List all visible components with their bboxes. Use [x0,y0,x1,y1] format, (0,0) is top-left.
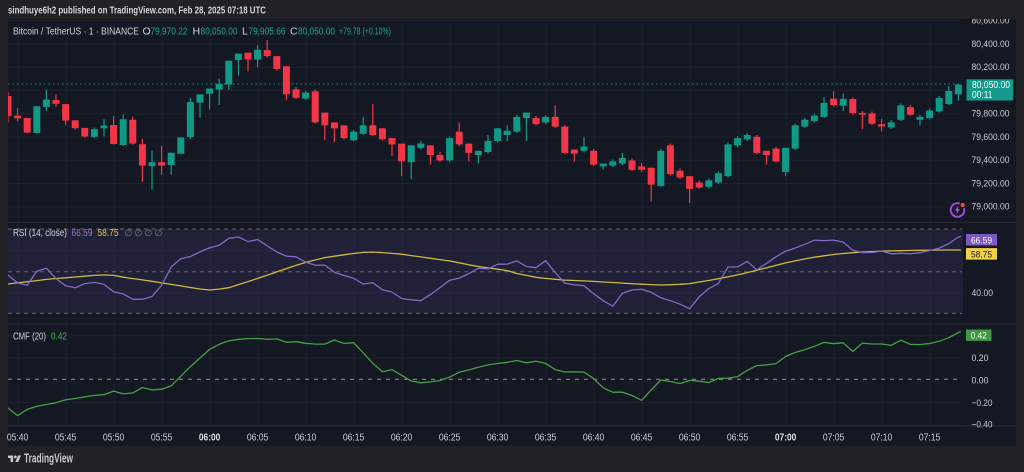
svg-text:sindhuye6h2 published on Tradi: sindhuye6h2 published on TradingView.com… [8,5,266,17]
svg-text:05:45: 05:45 [55,433,77,444]
svg-text:06:35: 06:35 [535,433,557,444]
svg-text:L: L [242,26,248,38]
svg-text:05:55: 05:55 [151,433,173,444]
svg-text:80,050.00: 80,050.00 [298,26,335,38]
svg-text:H: H [193,26,201,38]
svg-text:RSI (14, close): RSI (14, close) [13,228,67,239]
svg-text:79,000.00: 79,000.00 [972,202,1010,213]
svg-text:07:10: 07:10 [871,433,893,444]
svg-text:07:00: 07:00 [775,433,797,444]
svg-text:06:00: 06:00 [199,433,221,444]
svg-text:CMF (20): CMF (20) [13,332,46,343]
svg-text:∅: ∅ [125,228,133,238]
svg-text:80,200.00: 80,200.00 [972,62,1010,73]
svg-text:C: C [290,26,298,38]
svg-text:05:40: 05:40 [7,433,29,444]
svg-text:∅: ∅ [155,228,163,238]
svg-text:06:20: 06:20 [391,433,413,444]
svg-text:0.42: 0.42 [971,331,987,342]
svg-text:∅: ∅ [145,228,153,238]
svg-text:+79.78 (+0.10%): +79.78 (+0.10%) [339,26,391,38]
svg-text:O: O [143,26,151,38]
svg-text:80,050.00: 80,050.00 [201,26,238,38]
svg-text:06:40: 06:40 [583,433,605,444]
svg-text:0.00: 0.00 [972,375,989,386]
svg-text:58.75: 58.75 [971,250,992,261]
svg-text:66.59: 66.59 [971,235,992,246]
svg-text:0.42: 0.42 [51,332,67,343]
svg-text:05:50: 05:50 [103,433,125,444]
svg-text:79,970.22: 79,970.22 [151,26,188,38]
svg-text:80,400.00: 80,400.00 [972,39,1010,50]
svg-text:Bitcoin / TetherUS · 1 · BINAN: Bitcoin / TetherUS · 1 · BINANCE [13,26,139,38]
svg-text:00:11: 00:11 [972,90,993,101]
svg-text:TradingView: TradingView [24,452,73,466]
svg-text:−0.20: −0.20 [972,398,993,409]
svg-text:06:55: 06:55 [727,433,749,444]
svg-text:06:05: 06:05 [247,433,269,444]
svg-text:−0.40: −0.40 [972,420,993,431]
svg-text:06:15: 06:15 [343,433,365,444]
svg-text:06:10: 06:10 [295,433,317,444]
svg-text:40.00: 40.00 [972,288,994,299]
svg-text:0.20: 0.20 [972,353,989,364]
svg-text:79,200.00: 79,200.00 [972,178,1010,189]
svg-text:07:15: 07:15 [919,433,941,444]
svg-text:58.75: 58.75 [98,228,119,239]
svg-text:66.59: 66.59 [72,228,93,239]
svg-text:06:25: 06:25 [439,433,461,444]
svg-text:79,800.00: 79,800.00 [972,109,1010,120]
svg-text:06:50: 06:50 [679,433,701,444]
svg-text:07:05: 07:05 [823,433,845,444]
svg-text:79,400.00: 79,400.00 [972,155,1010,166]
svg-text:79,600.00: 79,600.00 [972,132,1010,143]
svg-text:06:30: 06:30 [487,433,509,444]
svg-text:06:45: 06:45 [631,433,653,444]
svg-text:∅: ∅ [135,228,143,238]
svg-text:79,905.66: 79,905.66 [249,26,286,38]
